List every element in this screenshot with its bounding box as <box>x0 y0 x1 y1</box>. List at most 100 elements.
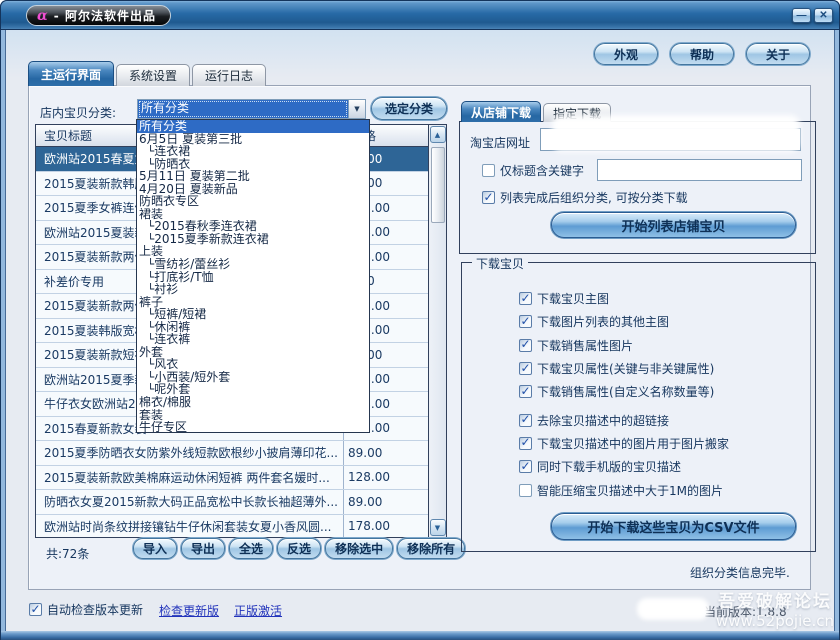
dropdown-item[interactable]: 防晒衣专区 <box>137 195 369 208</box>
menu-button[interactable]: 外观 <box>594 43 658 65</box>
download-option-checkbox[interactable]: ✓ 下载宝贝描述中的图片用于图片搬家 <box>519 432 729 455</box>
dropdown-item[interactable]: └小西装/短外套 <box>137 371 369 384</box>
checkbox-icon[interactable]: ✓ <box>519 460 532 473</box>
scroll-down-icon[interactable]: ▼ <box>430 519 446 536</box>
dropdown-item[interactable]: └2015春秋季连衣裙 <box>137 220 369 233</box>
close-button[interactable]: ✕ <box>814 8 833 23</box>
download-option-checkbox[interactable]: ✓ 下载图片列表的其他主图 <box>519 310 729 333</box>
dropdown-item[interactable]: 裙装 <box>137 208 369 221</box>
check-icon: ✓ <box>520 292 530 304</box>
keyword-input[interactable] <box>597 159 802 181</box>
table-scrollbar[interactable]: ▲ ▼ <box>428 125 446 537</box>
auto-update-checkbox[interactable]: ✓ 自动检查版本更新 <box>29 601 143 618</box>
dropdown-item[interactable]: 外套 <box>137 346 369 359</box>
version-label: 当前版本:1.8.8 <box>704 603 787 620</box>
dropdown-item[interactable]: 裤子 <box>137 296 369 309</box>
checkbox-icon[interactable]: ✓ <box>482 191 495 204</box>
table-row[interactable]: 欧洲站时尚条纹拼接镶钻牛仔休闲套装女夏小香风圆... 178.00 <box>36 515 428 538</box>
check-icon: ✓ <box>520 362 530 374</box>
start-list-shop-items-button[interactable]: 开始列表店铺宝贝 <box>551 212 796 238</box>
table-action-button[interactable]: 导入 <box>133 538 177 559</box>
download-option-checkbox[interactable]: ✓ 智能压缩宝贝描述中大于1M的图片 <box>519 478 729 501</box>
dropdown-item[interactable]: └衬衫 <box>137 283 369 296</box>
dropdown-item[interactable]: 所有分类 <box>137 120 369 133</box>
item-price-cell: 89.00 <box>344 441 428 465</box>
dropdown-item[interactable]: └防晒衣 <box>137 158 369 171</box>
download-option-checkbox[interactable]: ✓ 下载宝贝主图 <box>519 287 729 310</box>
item-price-cell: 128.00 <box>344 466 428 490</box>
checkbox-icon[interactable]: ✓ <box>519 484 532 497</box>
item-count-label: 共:72条 <box>46 545 89 562</box>
check-icon: ✓ <box>483 191 493 203</box>
item-title-cell: 2015夏季防晒衣女防紫外线短款欧根纱小披肩薄印花... <box>36 441 344 465</box>
table-row[interactable]: 2015夏装新款欧美棉麻运动休闲短裤 两件套名媛时... 128.00 <box>36 466 428 491</box>
window-title: - 阿尔法软件出品 <box>54 7 156 24</box>
dropdown-item[interactable]: └短裤/短裙 <box>137 308 369 321</box>
start-download-csv-button[interactable]: 开始下载这些宝贝为CSV文件 <box>551 513 796 540</box>
item-title-cell: 欧洲站时尚条纹拼接镶钻牛仔休闲套装女夏小香风圆... <box>36 515 344 538</box>
download-option-checkbox[interactable]: ✓ 下载宝贝属性(关键与非关键属性) <box>519 357 729 380</box>
chevron-down-icon[interactable]: ▼ <box>348 100 365 118</box>
menu-button[interactable]: 关于 <box>746 43 810 65</box>
dropdown-item[interactable]: 套装 <box>137 409 369 422</box>
download-tab[interactable]: 从店铺下载 <box>461 101 541 122</box>
download-option-checkbox[interactable]: ✓ 去除宝贝描述中的超链接 <box>519 408 729 431</box>
checkbox-icon[interactable]: ✓ <box>519 292 532 305</box>
dropdown-item[interactable]: └雪纺衫/蕾丝衫 <box>137 258 369 271</box>
check-icon: ✓ <box>520 385 530 397</box>
table-action-button[interactable]: 移除选中 <box>325 538 393 559</box>
item-price-cell: 178.00 <box>344 515 428 538</box>
category-dropdown-list[interactable]: 所有分类6月5日 夏装第三批└连衣裙└防晒衣5月11日 夏装第二批4月20日 夏… <box>136 119 370 433</box>
titlebar[interactable]: α - 阿尔法软件出品 — ✕ <box>0 0 840 30</box>
dropdown-item[interactable]: 6月5日 夏装第三批 <box>137 133 369 146</box>
category-combobox[interactable]: 所有分类 ▼ <box>137 99 366 119</box>
checkbox-icon[interactable]: ✓ <box>519 414 532 427</box>
dropdown-item[interactable]: └连衣裙 <box>137 145 369 158</box>
scroll-up-icon[interactable]: ▲ <box>430 126 446 143</box>
download-option-checkbox[interactable]: ✓ 同时下载手机版的宝贝描述 <box>519 455 729 478</box>
window-bottom-edge <box>1 631 839 640</box>
main-tab[interactable]: 主运行界面 <box>28 61 114 86</box>
download-option-label: 智能压缩宝贝描述中大于1M的图片 <box>537 482 723 499</box>
main-tab[interactable]: 运行日志 <box>192 64 266 86</box>
checkbox-icon[interactable]: ✓ <box>519 315 532 328</box>
dropdown-item[interactable]: └打底衫/T恤 <box>137 271 369 284</box>
keyword-filter-checkbox[interactable]: ✓ 仅标题含关键字 <box>482 162 584 179</box>
dropdown-item[interactable]: └呢外套 <box>137 383 369 396</box>
category-selected-value[interactable]: 所有分类 <box>138 100 348 118</box>
dropdown-item[interactable]: 上装 <box>137 245 369 258</box>
menu-button[interactable]: 帮助 <box>670 43 734 65</box>
dropdown-item[interactable]: 5月11日 夏装第二批 <box>137 170 369 183</box>
checkbox-icon[interactable]: ✓ <box>519 339 532 352</box>
table-row[interactable]: 2015夏季防晒衣女防紫外线短款欧根纱小披肩薄印花... 89.00 <box>36 441 428 466</box>
checkbox-icon[interactable]: ✓ <box>519 437 532 450</box>
table-action-button[interactable]: 导出 <box>181 538 225 559</box>
checkbox-icon[interactable]: ✓ <box>29 603 42 616</box>
footer-link[interactable]: 正版激活 <box>234 602 282 619</box>
censor-smudge-version <box>637 598 709 620</box>
table-action-button[interactable]: 移除所有 <box>397 538 465 559</box>
dropdown-item[interactable]: 4月20日 夏装新品 <box>137 183 369 196</box>
main-tab[interactable]: 系统设置 <box>116 64 190 86</box>
dropdown-item[interactable]: └休闲裤 <box>137 321 369 334</box>
footer-link[interactable]: 检查更新版 <box>159 602 219 619</box>
table-action-button[interactable]: 全选 <box>229 538 273 559</box>
item-title-cell: 防晒衣女夏2015新款大码正品宽松中长款长袖超薄外... <box>36 490 344 514</box>
download-options: ✓ 下载宝贝主图 ✓ 下载图片列表的其他主图 ✓ 下载销售属性图片 ✓ 下载宝贝… <box>519 287 729 502</box>
checkbox-icon[interactable]: ✓ <box>519 362 532 375</box>
table-action-button[interactable]: 反选 <box>277 538 321 559</box>
download-option-checkbox[interactable]: ✓ 下载销售属性(自定义名称数量等) <box>519 380 729 403</box>
select-category-button[interactable]: 选定分类 <box>371 97 447 120</box>
dropdown-item[interactable]: └连衣裤 <box>137 333 369 346</box>
checkbox-icon[interactable]: ✓ <box>519 385 532 398</box>
organize-category-checkbox[interactable]: ✓ 列表完成后组织分类, 可按分类下载 <box>482 189 688 206</box>
scrollbar-thumb[interactable] <box>431 147 445 223</box>
dropdown-item[interactable]: └2015夏季新款连衣裙 <box>137 233 369 246</box>
table-row[interactable]: 防晒衣女夏2015新款大码正品宽松中长款长袖超薄外... 89.00 <box>36 490 428 515</box>
minimize-button[interactable]: — <box>792 8 811 23</box>
dropdown-item[interactable]: 棉衣/棉服 <box>137 396 369 409</box>
checkbox-icon[interactable]: ✓ <box>482 164 495 177</box>
dropdown-item[interactable]: 牛仔专区 <box>137 421 369 433</box>
download-option-checkbox[interactable]: ✓ 下载销售属性图片 <box>519 334 729 357</box>
dropdown-item[interactable]: └风衣 <box>137 358 369 371</box>
